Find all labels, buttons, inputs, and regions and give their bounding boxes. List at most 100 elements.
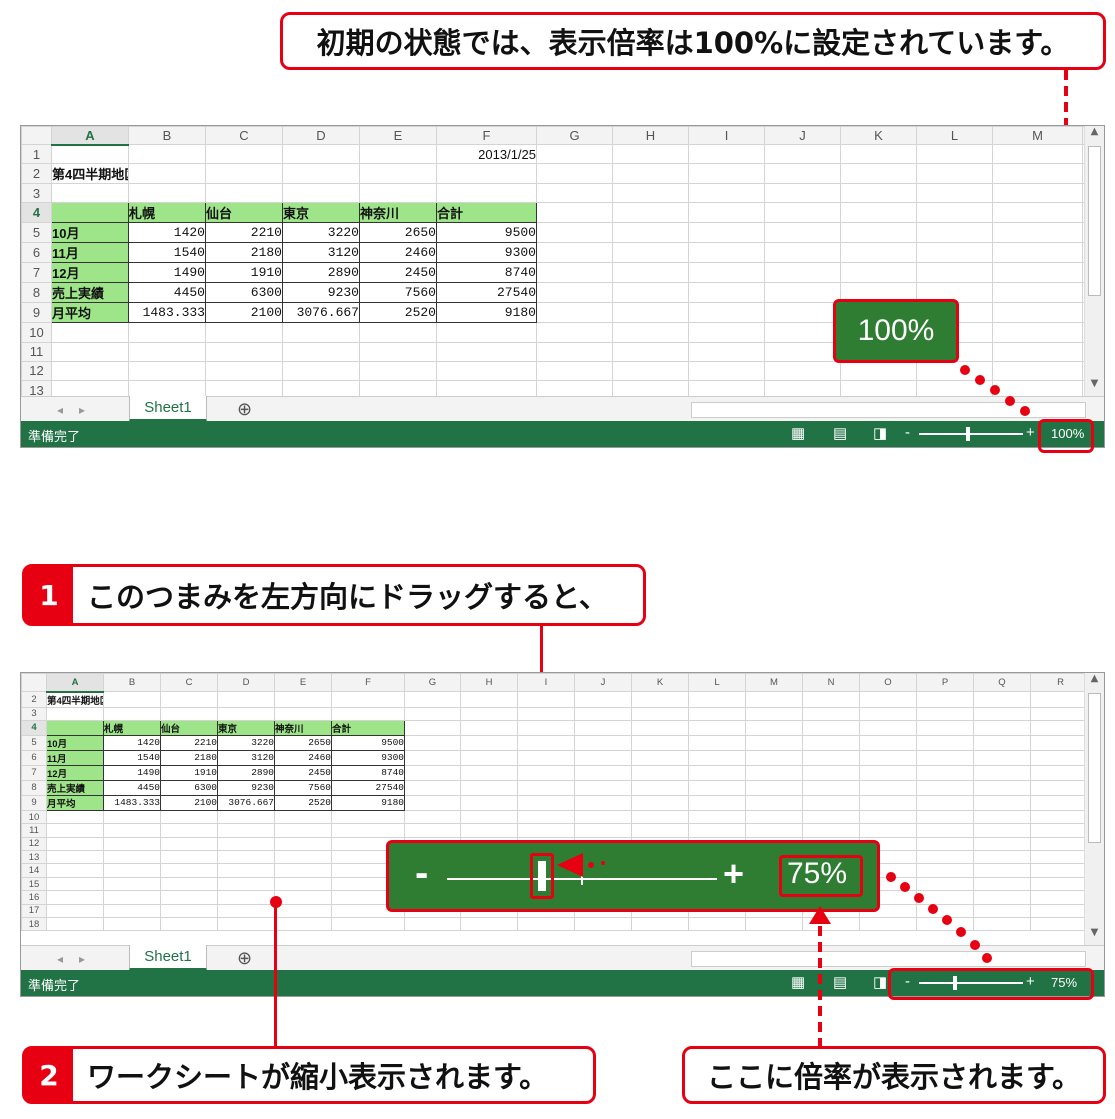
cell[interactable] [1030,890,1091,905]
cell-row-label[interactable]: 売上実績 [46,779,104,796]
tab-scroll-left-icon[interactable]: ◂ [57,952,63,966]
cell[interactable] [274,890,332,905]
cell[interactable] [46,836,104,852]
cell[interactable] [517,823,575,838]
cell[interactable] [460,764,518,781]
cell-value[interactable]: 7560 [274,779,332,796]
row-header[interactable]: 12 [21,836,47,852]
cell-value[interactable]: 2520 [274,794,332,811]
column-header[interactable]: L [688,673,746,692]
cell[interactable] [460,779,518,796]
cell-value[interactable]: 9230 [282,282,360,304]
cell[interactable] [631,809,689,825]
cell[interactable] [764,222,841,244]
corner-cell[interactable] [21,126,52,145]
cell[interactable] [1030,764,1091,781]
cell-header[interactable]: 仙台 [160,719,218,736]
row-header[interactable]: 11 [21,341,52,362]
cell-row-label[interactable]: 売上実績 [51,282,129,304]
cell[interactable] [574,706,632,721]
cell[interactable] [103,836,161,852]
cell[interactable] [631,917,689,932]
horizontal-scrollbar[interactable] [691,951,1086,967]
cell[interactable] [688,706,746,721]
row-header[interactable]: 2 [21,163,52,185]
cell-value[interactable]: 1540 [103,749,161,766]
cell[interactable] [916,691,974,708]
cell[interactable] [274,809,332,825]
cell[interactable] [274,850,332,865]
cell[interactable] [916,850,974,865]
cell[interactable] [217,823,275,838]
cell[interactable] [612,341,689,362]
cell[interactable] [745,691,803,708]
cell-date[interactable]: 2013/1/25 [436,143,537,165]
cell[interactable] [517,794,575,811]
cell[interactable] [688,809,746,825]
cell[interactable] [612,143,689,165]
cell[interactable] [764,282,841,304]
cell[interactable] [612,302,689,324]
cell-value[interactable]: 4450 [103,779,161,796]
cell[interactable] [973,764,1031,781]
cell[interactable] [859,734,917,751]
cell[interactable] [745,794,803,811]
cell[interactable] [916,890,974,905]
cell[interactable] [612,282,689,304]
cell[interactable] [160,863,218,878]
row-header[interactable]: 1 [21,143,52,165]
cell-header[interactable]: 東京 [217,719,275,736]
cell[interactable] [1030,779,1091,796]
cell[interactable] [916,779,974,796]
row-header[interactable]: 5 [21,222,52,244]
cell[interactable] [840,222,917,244]
cell[interactable] [840,202,917,224]
cell[interactable] [103,706,161,721]
row-header[interactable]: 9 [21,794,47,811]
cell[interactable] [916,749,974,766]
cell-value[interactable]: 2100 [205,302,283,324]
cell[interactable] [460,719,518,736]
cell[interactable] [1030,809,1091,825]
cell[interactable] [631,691,689,708]
tab-sheet1[interactable]: Sheet1 [129,945,207,971]
cell[interactable] [992,360,1083,381]
cell[interactable] [128,143,206,165]
cell[interactable] [205,163,283,185]
cell[interactable] [51,341,129,362]
cell[interactable] [764,163,841,185]
cell-value[interactable]: 1910 [205,262,283,284]
cell[interactable] [688,202,765,224]
cell[interactable] [46,917,104,932]
cell-header[interactable]: 合計 [331,719,405,736]
tab-scroll-right-icon[interactable]: ▸ [79,952,85,966]
zoom-slider-thumb[interactable] [966,427,970,441]
cell[interactable] [1030,706,1091,721]
cell[interactable] [128,341,206,362]
cell[interactable] [274,823,332,838]
row-header[interactable]: 17 [21,903,47,919]
cell-value[interactable]: 27540 [331,779,405,796]
cell-value[interactable]: 3220 [282,222,360,244]
scroll-thumb[interactable] [1088,693,1101,843]
cell[interactable] [859,764,917,781]
cell[interactable] [992,183,1083,204]
row-header[interactable]: 10 [21,322,52,343]
cell-value[interactable]: 9500 [436,222,537,244]
cell[interactable] [1030,749,1091,766]
cell[interactable] [536,242,613,264]
cell[interactable] [574,691,632,708]
cell-value[interactable]: 2210 [160,734,218,751]
cell-value[interactable]: 3120 [217,749,275,766]
cell[interactable] [404,719,461,736]
cell[interactable] [274,706,332,721]
column-header[interactable]: P [916,673,974,692]
cell[interactable] [631,749,689,766]
cell-row-label[interactable]: 11月 [51,242,129,264]
cell[interactable] [802,749,860,766]
column-header[interactable]: M [992,126,1083,145]
cell[interactable] [840,360,917,381]
tab-sheet1[interactable]: Sheet1 [129,396,207,422]
cell[interactable] [536,360,613,381]
cell[interactable] [1030,903,1091,919]
